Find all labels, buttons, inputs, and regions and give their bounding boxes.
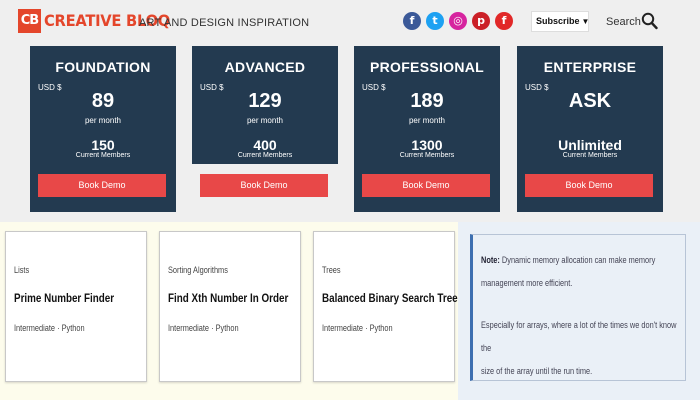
plan-price: 89 bbox=[91, 90, 115, 112]
problem-card[interactable]: Lists Prime Number Finder Intermediate ·… bbox=[5, 231, 147, 382]
plan-price: 189 bbox=[410, 90, 444, 112]
note-line-2: management more efficient. bbox=[481, 278, 573, 288]
plan-member-count: 400 bbox=[253, 137, 277, 153]
plan-price: 129 bbox=[248, 90, 282, 112]
problem-title[interactable]: Balanced Binary Search Tree bbox=[322, 291, 458, 305]
plan-price: ASK bbox=[568, 90, 612, 112]
plan-name: ADVANCED bbox=[224, 59, 306, 75]
subscribe-label: Subscribe bbox=[536, 16, 580, 26]
plan-members-label: Current Members bbox=[237, 152, 293, 159]
problem-meta: Intermediate · Python bbox=[14, 323, 85, 333]
plan-name: FOUNDATION bbox=[55, 59, 151, 75]
book-demo-button-foundation[interactable]: Book Demo bbox=[38, 174, 166, 197]
plan-name: PROFESSIONAL bbox=[369, 59, 485, 75]
problem-title[interactable]: Prime Number Finder bbox=[14, 291, 114, 305]
caret-down-icon: ▼ bbox=[581, 17, 590, 26]
subscribe-dropdown[interactable]: Subscribe ▼ bbox=[531, 11, 589, 32]
note-callout: Note: Dynamic memory allocation can make… bbox=[470, 234, 686, 381]
plan-period: per month bbox=[246, 116, 284, 125]
problem-title[interactable]: Find Xth Number In Order bbox=[168, 291, 288, 305]
problem-meta: Intermediate · Python bbox=[322, 323, 393, 333]
note-line-1: Dynamic memory allocation can make memor… bbox=[501, 255, 656, 265]
plan-period: per month bbox=[84, 116, 122, 125]
search-icon[interactable] bbox=[641, 12, 658, 30]
plan-members-label: Current Members bbox=[75, 152, 131, 159]
plan-card-advanced: ADVANCED USD $ 129 per month 400 Current… bbox=[192, 46, 338, 164]
book-demo-button-professional[interactable]: Book Demo bbox=[362, 174, 490, 197]
plan-period: per month bbox=[408, 116, 446, 125]
note-paragraph-2: Especially for arrays, where a lot of th… bbox=[481, 314, 678, 383]
site-header: CB CREATIVE BLOQ ART AND DESIGN INSPIRAT… bbox=[0, 0, 700, 44]
problem-card[interactable]: Sorting Algorithms Find Xth Number In Or… bbox=[159, 231, 301, 382]
problem-topic: Lists bbox=[14, 265, 30, 275]
plan-members-label: Current Members bbox=[562, 152, 618, 159]
problem-topic: Sorting Algorithms bbox=[168, 265, 228, 275]
note-paragraph-1: Note: Dynamic memory allocation can make… bbox=[481, 249, 678, 295]
book-demo-button-advanced[interactable]: Book Demo bbox=[200, 174, 328, 197]
flipboard-icon[interactable]: f bbox=[495, 12, 513, 30]
problem-topic: Trees bbox=[322, 265, 341, 275]
pinterest-icon[interactable]: p bbox=[472, 12, 490, 30]
logo-mark[interactable]: CB bbox=[18, 9, 41, 33]
plan-name: ENTERPRISE bbox=[543, 59, 637, 75]
plan-member-count: 1300 bbox=[411, 137, 443, 153]
note-label: Note: bbox=[481, 255, 500, 265]
plan-members-label: Current Members bbox=[399, 152, 455, 159]
search-label[interactable]: Search bbox=[606, 16, 641, 28]
book-demo-button-enterprise[interactable]: Book Demo bbox=[525, 174, 653, 197]
problem-card[interactable]: Trees Balanced Binary Search Tree Interm… bbox=[313, 231, 458, 382]
plan-member-count: 150 bbox=[91, 137, 115, 153]
note-line-3: Especially for arrays, where a lot of th… bbox=[481, 320, 677, 353]
site-tagline: ART AND DESIGN INSPIRATION bbox=[139, 17, 310, 29]
problem-meta: Intermediate · Python bbox=[168, 323, 239, 333]
facebook-icon[interactable]: f bbox=[403, 12, 421, 30]
note-line-4: size of the array until the run time. bbox=[481, 366, 593, 376]
twitter-icon[interactable]: t bbox=[426, 12, 444, 30]
instagram-icon[interactable]: ◎ bbox=[449, 12, 467, 30]
plan-member-count: Unlimited bbox=[558, 137, 622, 153]
